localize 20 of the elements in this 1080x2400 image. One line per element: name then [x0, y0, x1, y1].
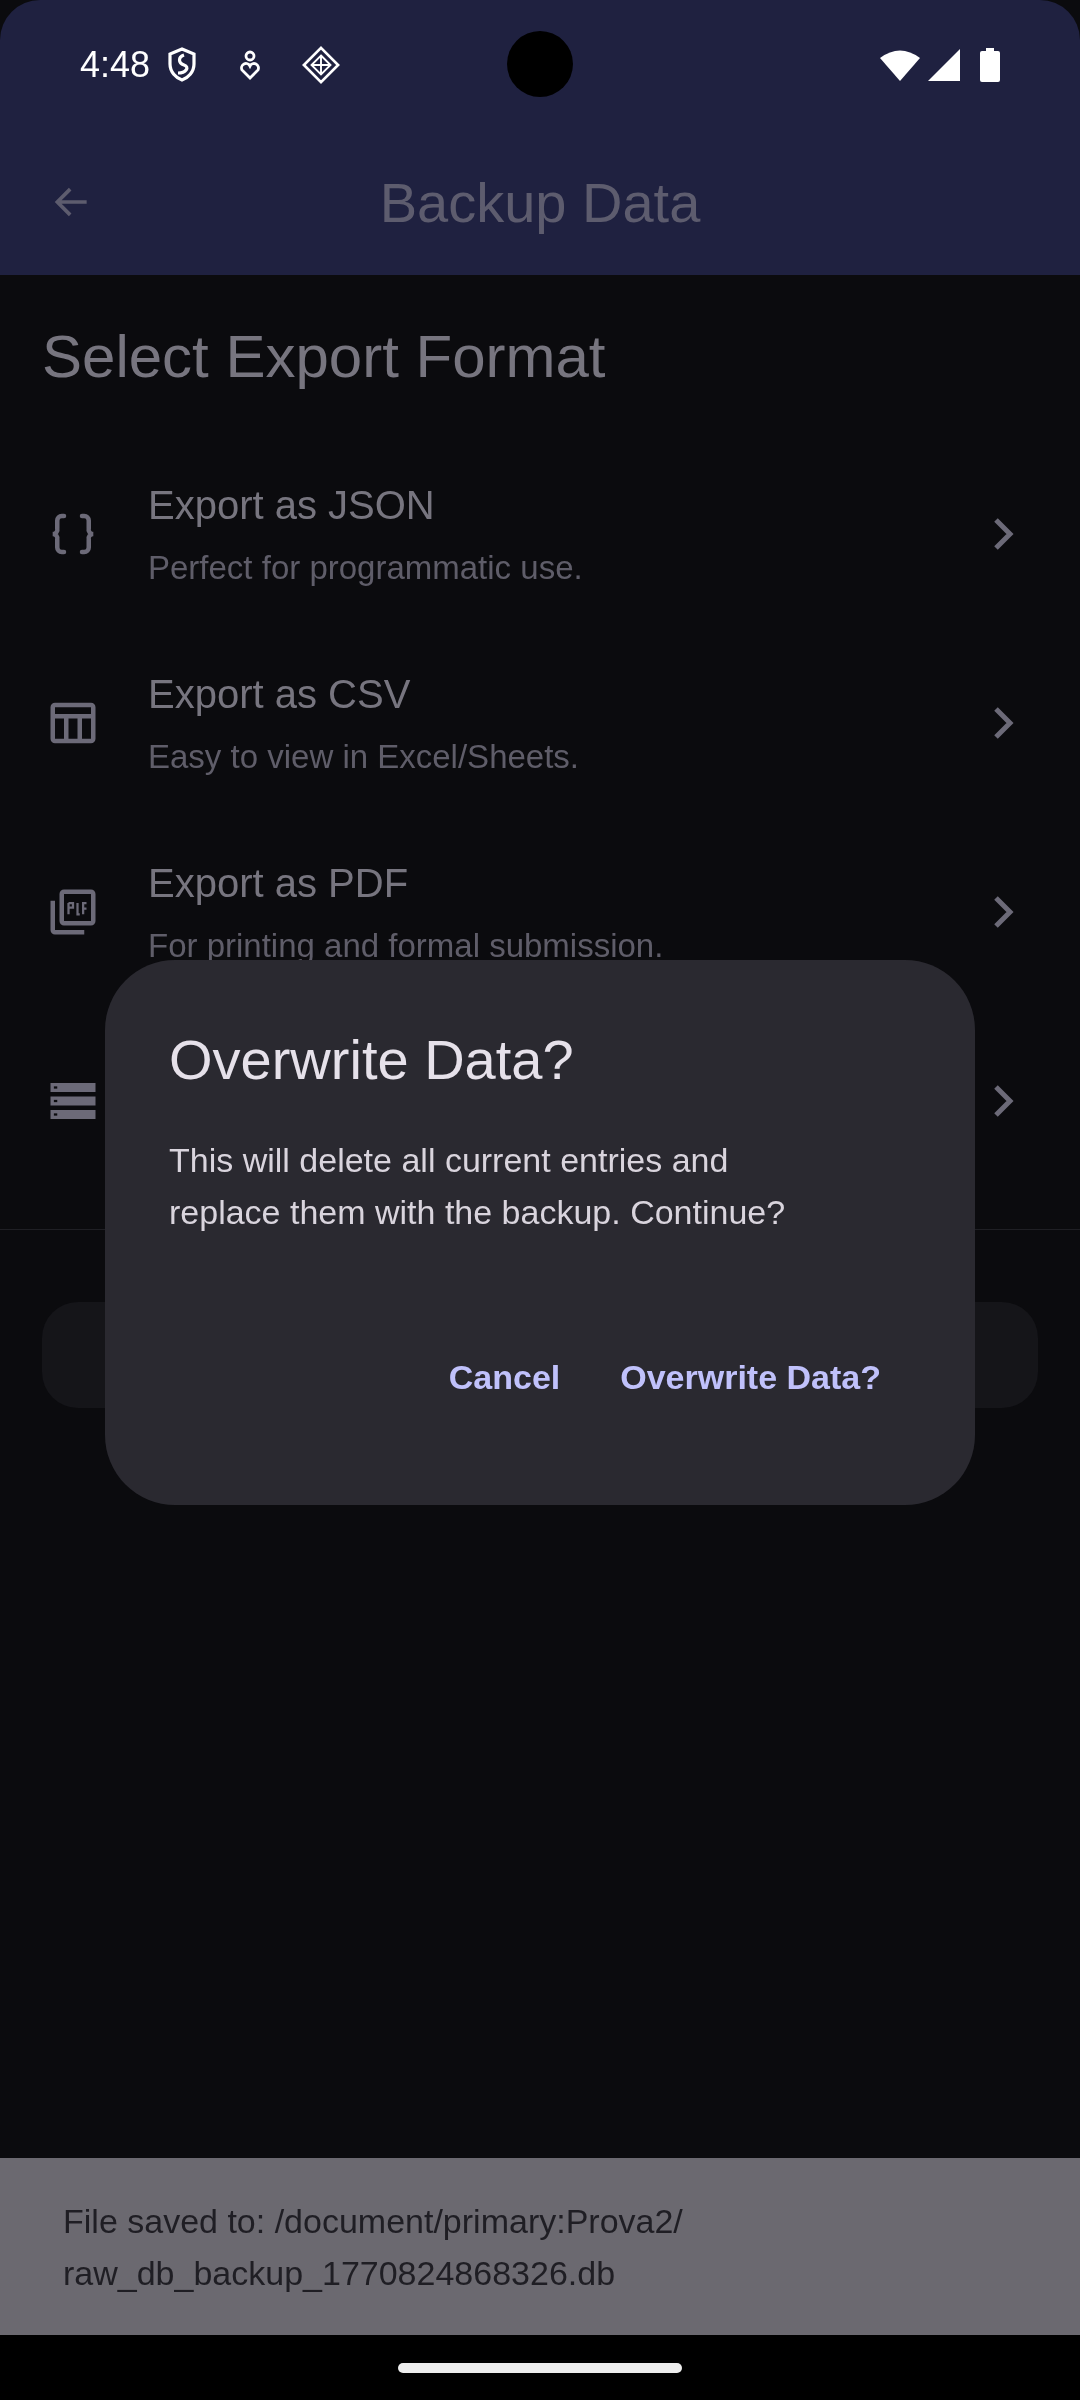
battery-icon [980, 48, 1000, 82]
option-title: Export as CSV [148, 670, 411, 718]
diamond-grid-icon [302, 46, 341, 84]
wifi-icon [880, 49, 920, 81]
section-title: Select Export Format [42, 322, 606, 392]
dialog-button[interactable]: Cancel [438, 1342, 571, 1413]
dialog-title: Overwrite Data? [169, 1027, 574, 1093]
signal-icon [928, 49, 960, 81]
dialog-message: This will delete all current entries and replace them with the backup. Continue? [169, 1140, 787, 1233]
option-title: Export as PDF [148, 859, 409, 907]
option-title: Export as JSON [148, 481, 435, 529]
shield-icon [166, 47, 199, 83]
person-heart-icon [238, 50, 263, 80]
screen-title: Backup Data [379, 169, 701, 236]
option-subtitle: Perfect for programmatic use. [148, 547, 583, 588]
status-time: 4:48 [80, 43, 151, 87]
dialog-button[interactable]: Overwrite Data? [610, 1342, 891, 1413]
snackbar-message: File saved to: /document/primary:Prova2/ raw_db_backup_1770824868326.db [63, 2200, 684, 2294]
home-indicator[interactable] [398, 2362, 682, 2373]
option-subtitle: Easy to view in Excel/Sheets. [148, 736, 580, 777]
